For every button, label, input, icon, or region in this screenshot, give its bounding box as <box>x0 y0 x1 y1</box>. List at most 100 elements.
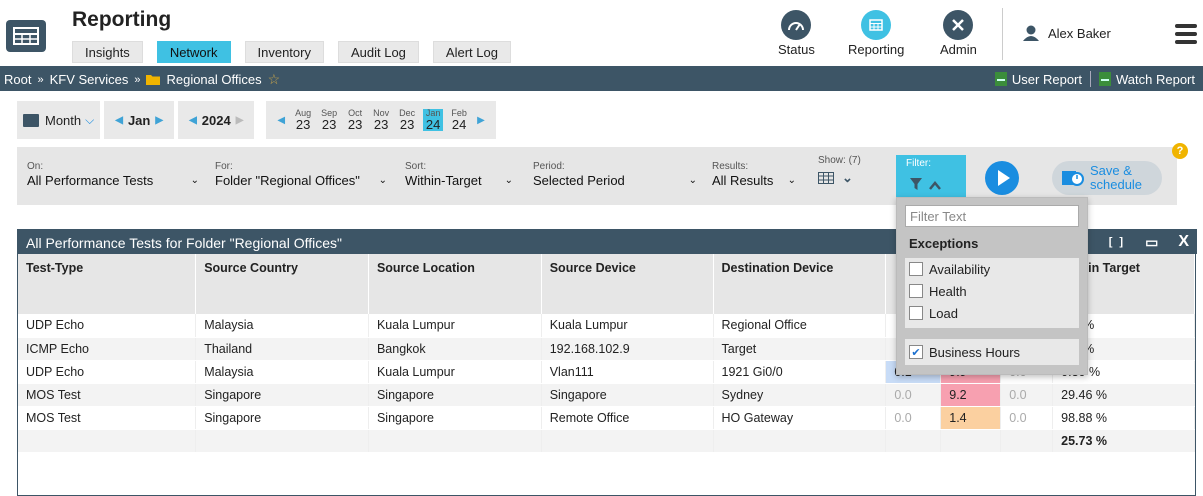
period-filter-value: Selected Period <box>533 173 625 188</box>
cell-destination-device: HO Gateway <box>713 406 887 430</box>
user-menu[interactable]: Alex Baker <box>1022 25 1111 41</box>
on-label: On: <box>27 161 44 172</box>
results-select[interactable]: Results: All Results ⌄ <box>712 161 796 188</box>
reporting-app-icon[interactable] <box>6 20 46 52</box>
user-report-label: User Report <box>1011 71 1082 87</box>
breadcrumb-folder[interactable]: Regional Offices <box>166 72 261 87</box>
breadcrumb-service[interactable]: KFV Services <box>50 72 129 87</box>
admin-button[interactable]: Admin <box>940 10 977 57</box>
table-row[interactable]: MOS Test Singapore Singapore Remote Offi… <box>18 406 1195 430</box>
checkbox[interactable] <box>909 262 923 276</box>
period-filter-select[interactable]: Period: Selected Period ⌄ <box>533 161 697 188</box>
scroll-left-icon[interactable]: ◀ <box>277 115 285 126</box>
prev-month-icon[interactable]: ◀ <box>115 115 123 126</box>
table-row[interactable]: MOS Test Singapore Singapore Singapore S… <box>18 383 1195 407</box>
save-schedule-button[interactable]: Save & schedule <box>1052 161 1162 195</box>
chevron-down-icon: ⌄ <box>190 175 199 186</box>
divider <box>1002 8 1003 60</box>
exception-health[interactable]: Health <box>905 280 1079 302</box>
app-header: Reporting Insights Network Inventory Aud… <box>0 0 1203 66</box>
period-select[interactable]: Month ⌵ <box>17 101 101 139</box>
help-icon[interactable]: ? <box>1172 143 1188 159</box>
restore-window-icon[interactable]: ▭ <box>1145 234 1158 251</box>
expand-icon[interactable]: [ ] <box>1109 236 1125 248</box>
month-chip[interactable]: Dec 23 <box>397 109 417 132</box>
cell-source-country: Malaysia <box>195 360 369 384</box>
watch-report-link[interactable]: Watch Report <box>1099 71 1195 87</box>
cell-metric-a: 0.0 <box>885 406 942 430</box>
sort-select[interactable]: Sort: Within-Target ⌄ <box>405 161 513 188</box>
reporting-button[interactable]: Reporting <box>848 10 904 57</box>
results-toolbar: [ ] ▭ X <box>1109 233 1189 251</box>
tab-network[interactable]: Network <box>156 41 231 63</box>
month-chip-selected[interactable]: Jan 24 <box>423 109 444 131</box>
month-chip[interactable]: Oct 23 <box>345 109 365 132</box>
tab-alert-log[interactable]: Alert Log <box>432 41 511 63</box>
cell-destination-device: Target <box>713 337 887 361</box>
next-year-icon[interactable]: ▶ <box>236 115 244 126</box>
for-select[interactable]: For: Folder "Regional Offices" ⌄ <box>215 161 387 188</box>
cell-test-type: MOS Test <box>18 406 197 430</box>
prev-year-icon[interactable]: ◀ <box>189 115 197 126</box>
status-button[interactable]: Status <box>778 10 815 57</box>
business-hours-row[interactable]: ✔ Business Hours <box>905 341 1079 363</box>
option-label: Load <box>929 305 958 321</box>
chip-year: 23 <box>347 117 363 132</box>
column-header[interactable]: Destination Device <box>713 254 887 314</box>
results-value: All Results <box>712 173 774 188</box>
run-report-button[interactable] <box>985 161 1019 195</box>
tab-inventory[interactable]: Inventory <box>244 41 324 63</box>
favorite-star-icon[interactable]: ☆ <box>268 71 281 88</box>
column-header[interactable]: Source Country <box>195 254 369 314</box>
gauge-icon <box>781 10 812 40</box>
tab-audit-log[interactable]: Audit Log <box>337 41 419 63</box>
month-chip[interactable]: Feb 24 <box>449 109 469 132</box>
user-report-link[interactable]: User Report <box>994 71 1082 87</box>
option-label: Availability <box>929 261 991 277</box>
period-value: Month <box>45 112 82 128</box>
tab-insights[interactable]: Insights <box>72 41 143 63</box>
sort-label: Sort: <box>405 161 427 172</box>
filter-text-input[interactable] <box>905 205 1079 227</box>
status-label: Status <box>778 42 815 57</box>
column-header[interactable]: Source Location <box>368 254 542 314</box>
next-month-icon[interactable]: ▶ <box>155 115 163 126</box>
month-chip[interactable]: Nov 23 <box>371 109 391 132</box>
month-chip[interactable]: Aug 23 <box>293 109 313 132</box>
hamburger-menu-icon[interactable] <box>1175 24 1197 48</box>
for-label: For: <box>215 161 233 172</box>
cell-empty <box>885 429 942 453</box>
table-icon <box>861 10 892 40</box>
year-select[interactable]: ◀ 2024 ▶ <box>178 101 255 139</box>
cell-source-country: Singapore <box>195 383 369 407</box>
cell-test-type: UDP Echo <box>18 360 197 384</box>
checkbox[interactable] <box>909 306 923 320</box>
cell-empty <box>195 429 369 453</box>
cell-empty <box>541 429 714 453</box>
watch-report-label: Watch Report <box>1116 71 1195 87</box>
checkbox[interactable] <box>909 284 923 298</box>
cell-metric-c: 0.0 <box>1000 383 1054 407</box>
on-select[interactable]: On: All Performance Tests ⌄ <box>27 161 199 188</box>
cell-destination-device: 1921 Gi0/0 <box>713 360 887 384</box>
checkbox-checked[interactable]: ✔ <box>909 345 923 359</box>
chevron-down-icon: ⌄ <box>378 175 387 186</box>
breadcrumb-root[interactable]: Root <box>4 72 31 87</box>
filter-label: Filter: <box>906 158 931 169</box>
exception-availability[interactable]: Availability <box>905 258 1079 280</box>
show-columns-select[interactable]: Show: (7) ⌄ <box>818 155 874 186</box>
breadcrumb-separator-icon: » <box>37 73 44 86</box>
exception-load[interactable]: Load <box>905 302 1079 324</box>
month-select[interactable]: ◀ Jan ▶ <box>104 101 175 139</box>
scroll-right-icon[interactable]: ▶ <box>477 115 485 126</box>
cell-source-location: Kuala Lumpur <box>368 314 542 338</box>
column-header[interactable]: Test-Type <box>18 254 197 314</box>
close-icon[interactable]: X <box>1178 233 1189 251</box>
cell-metric-c: 0.0 <box>1000 406 1054 430</box>
column-header[interactable]: Source Device <box>541 254 714 314</box>
folder-icon <box>146 75 161 85</box>
user-name: Alex Baker <box>1048 25 1111 41</box>
calendar-icon <box>23 114 39 127</box>
breadcrumb: Root » KFV Services » Regional Offices ☆ <box>4 71 280 88</box>
month-chip[interactable]: Sep 23 <box>319 109 339 132</box>
